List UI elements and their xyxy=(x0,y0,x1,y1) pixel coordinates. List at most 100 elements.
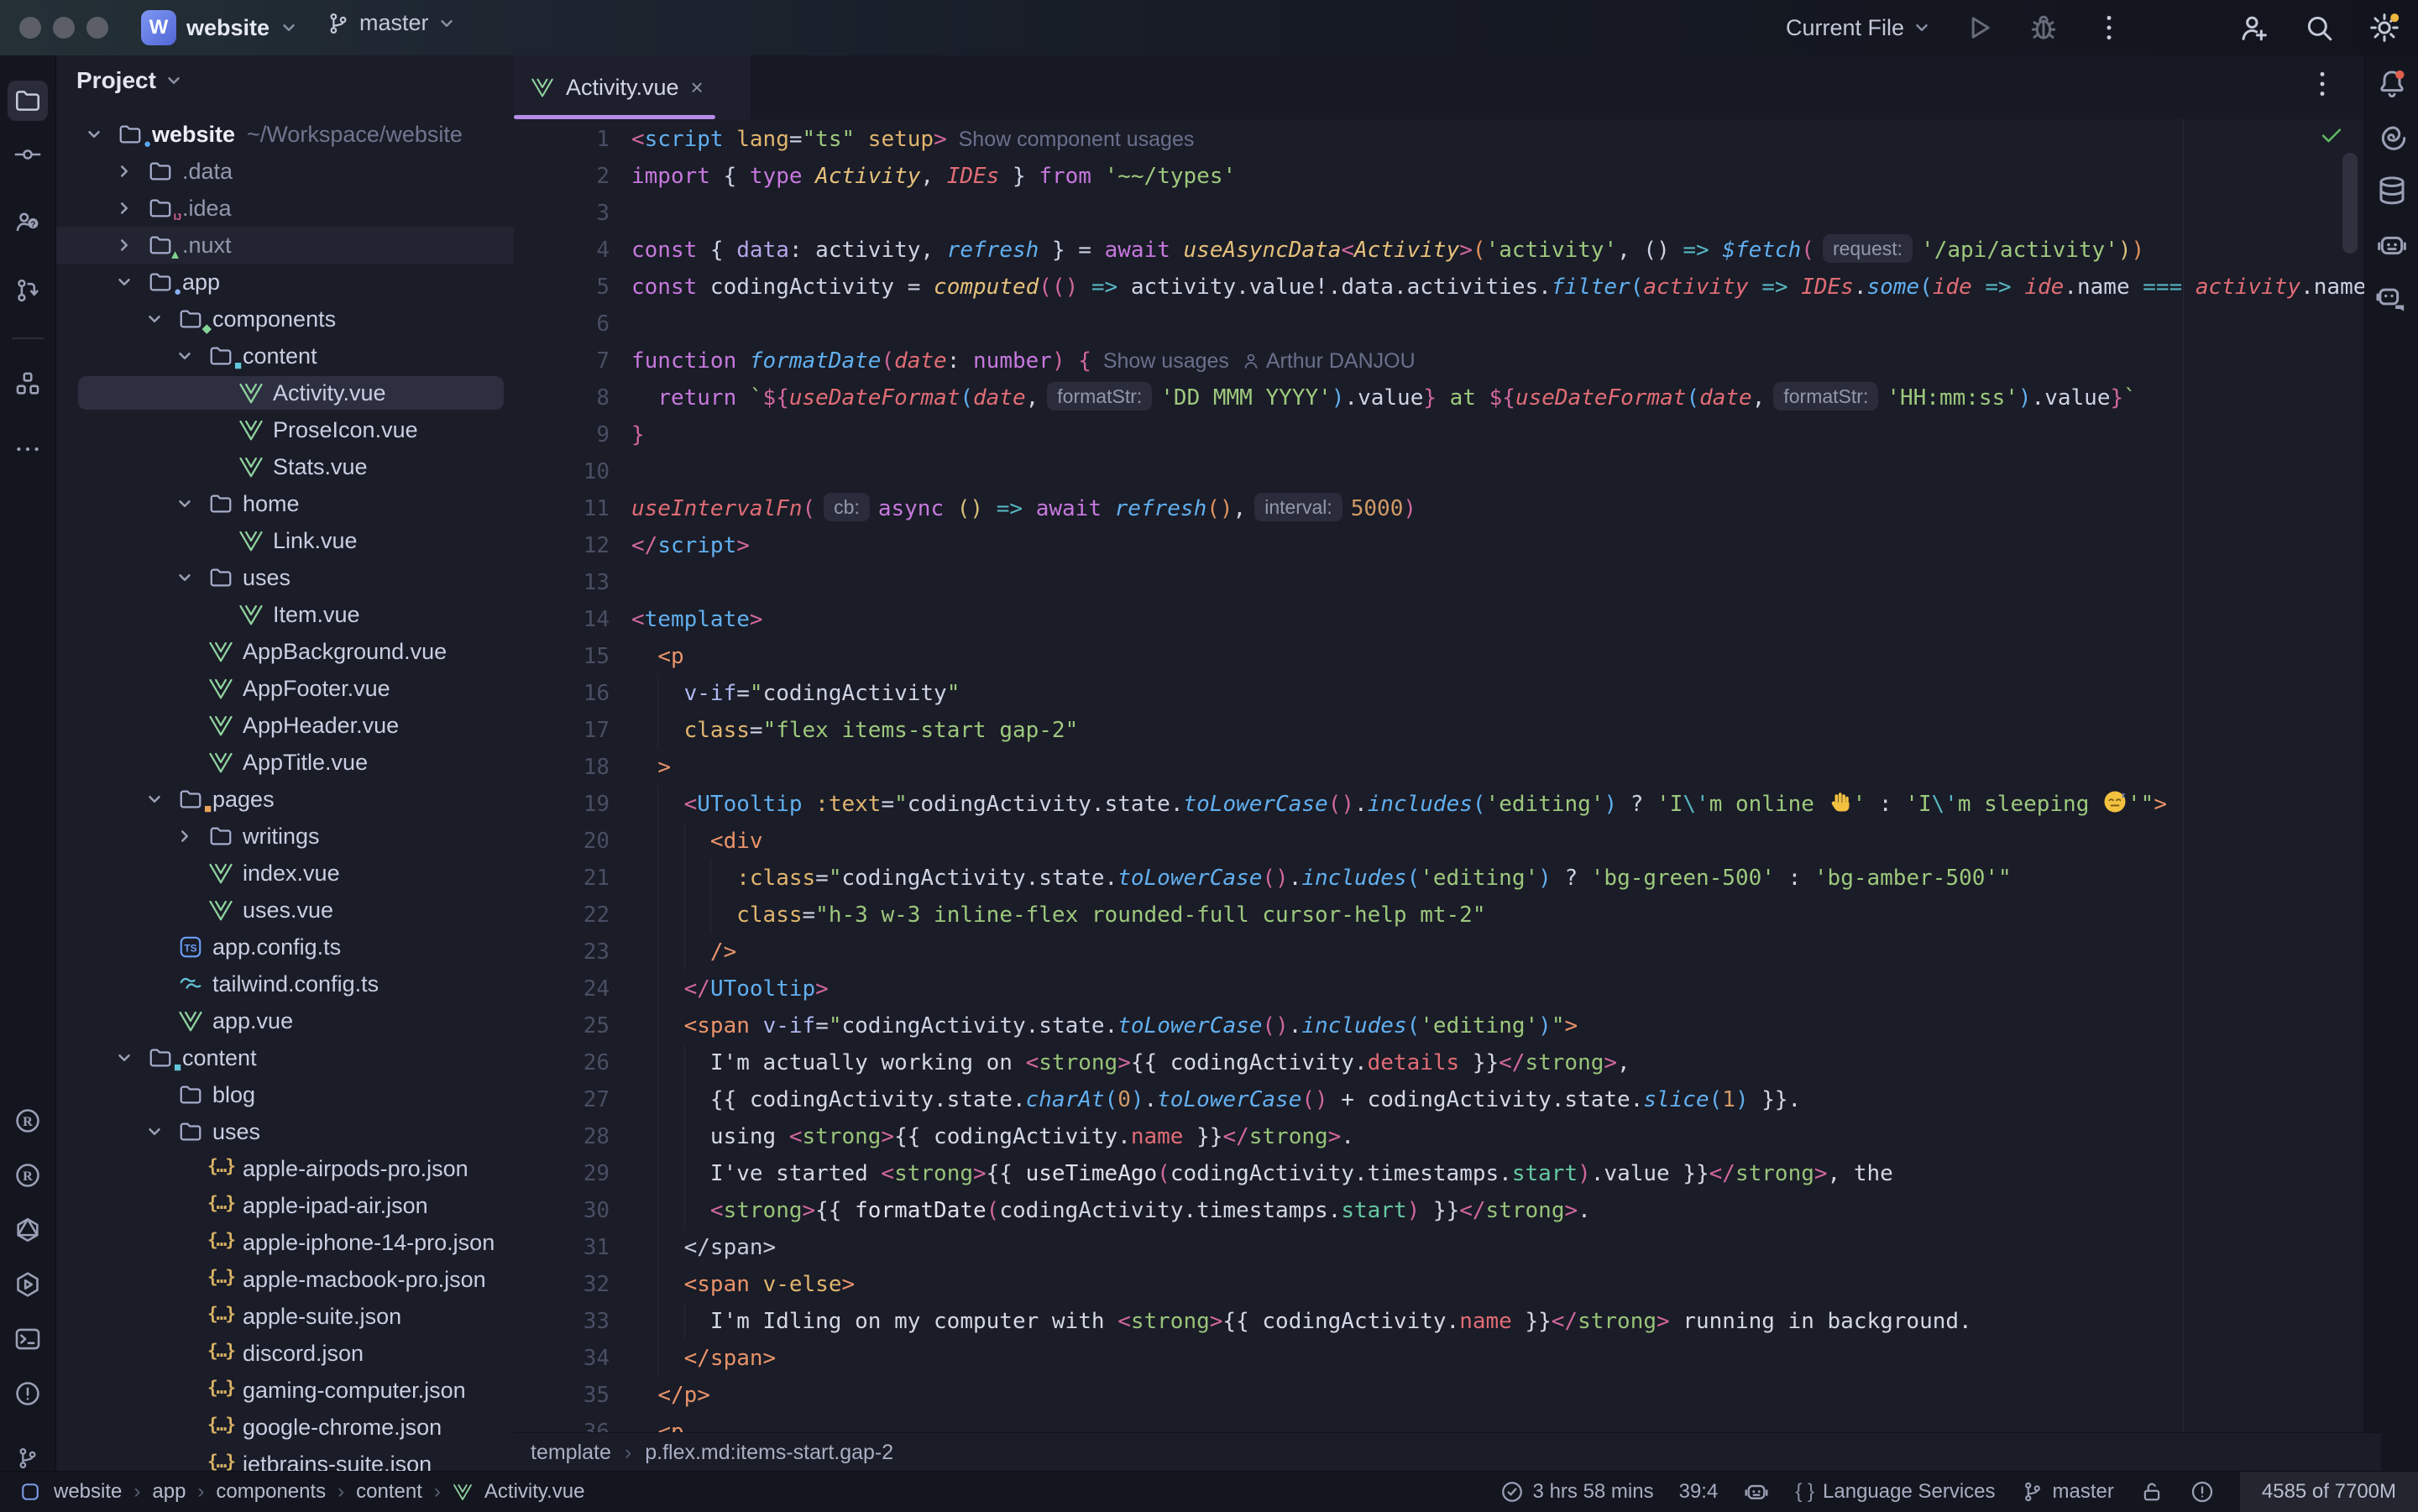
tree-item-app-config-ts[interactable]: TSapp.config.ts xyxy=(56,929,514,965)
tree-item-appbackground-vue[interactable]: AppBackground.vue xyxy=(56,633,514,670)
tree-item-apple-airpods-pro-json[interactable]: {…}apple-airpods-pro.json xyxy=(56,1150,514,1187)
more-icon[interactable] xyxy=(8,429,48,469)
tree-item-discord-json[interactable]: {…}discord.json xyxy=(56,1335,514,1372)
tree-item-content[interactable]: ■content xyxy=(56,1039,514,1076)
copilot-chat-icon[interactable] xyxy=(2372,279,2412,319)
tree-item-website[interactable]: ●website~/Workspace/website xyxy=(56,116,514,153)
tree-item--data[interactable]: .data xyxy=(56,153,514,190)
path-segment[interactable]: app xyxy=(152,1480,186,1504)
tree-item-pages[interactable]: ■pages xyxy=(56,781,514,818)
node-run-icon[interactable] xyxy=(8,1264,48,1305)
chevron-down-icon[interactable] xyxy=(145,790,175,808)
tree-item-tailwind-config-ts[interactable]: tailwind.config.ts xyxy=(56,965,514,1002)
chevron-down-icon[interactable] xyxy=(175,494,206,513)
path-segment[interactable]: components xyxy=(216,1480,326,1504)
tab-activity-vue[interactable]: Activity.vue × xyxy=(514,55,751,119)
tree-item-google-chrome-json[interactable]: {…}google-chrome.json xyxy=(56,1409,514,1446)
status-breadcrumb[interactable]: website›app›components›content›Activity.… xyxy=(0,1480,585,1504)
pull-request-icon[interactable] xyxy=(8,270,48,311)
breadcrumb-template[interactable]: template xyxy=(531,1441,611,1465)
problems-icon[interactable] xyxy=(2190,1479,2215,1504)
code-editor[interactable]: 1<script lang="ts" setup> Show component… xyxy=(514,119,2364,1432)
chevron-right-icon[interactable] xyxy=(175,827,206,845)
tree-item-apple-macbook-pro-json[interactable]: {…}apple-macbook-pro.json xyxy=(56,1261,514,1298)
database-icon[interactable] xyxy=(2372,170,2412,211)
users-question-icon[interactable]: ? xyxy=(8,201,48,242)
path-segment[interactable]: website xyxy=(54,1480,122,1504)
graphql-icon[interactable] xyxy=(8,1210,48,1250)
tree-item-apple-suite-json[interactable]: {…}apple-suite.json xyxy=(56,1298,514,1335)
tab-close-icon[interactable]: × xyxy=(691,75,704,101)
tree-item-gaming-computer-json[interactable]: {…}gaming-computer.json xyxy=(56,1372,514,1409)
project-widget[interactable]: W website xyxy=(141,10,298,45)
chevron-right-icon[interactable] xyxy=(115,199,145,217)
path-segment[interactable]: content xyxy=(356,1480,422,1504)
tree-item-link-vue[interactable]: Link.vue xyxy=(56,522,514,559)
tree-item-apptitle-vue[interactable]: AppTitle.vue xyxy=(56,744,514,781)
code-with-me-icon[interactable] xyxy=(2235,9,2272,46)
tree-item-proseicon-vue[interactable]: ProseIcon.vue xyxy=(56,411,514,448)
copilot-status-icon[interactable] xyxy=(1743,1478,1770,1505)
tree-item-app-vue[interactable]: app.vue xyxy=(56,1002,514,1039)
chevron-down-icon[interactable] xyxy=(145,1122,175,1141)
tree-item-apple-ipad-air-json[interactable]: {…}apple-ipad-air.json xyxy=(56,1187,514,1224)
tree-item-components[interactable]: ◆components xyxy=(56,301,514,337)
tree-item-blog[interactable]: blog xyxy=(56,1076,514,1113)
copilot-icon[interactable] xyxy=(2372,225,2412,265)
more-actions-icon[interactable] xyxy=(2091,9,2128,46)
chevron-right-icon[interactable] xyxy=(115,162,145,180)
tree-item--nuxt[interactable]: ▲.nuxt xyxy=(56,227,514,264)
chevron-down-icon[interactable] xyxy=(115,1049,145,1067)
ai-assistant-icon[interactable] xyxy=(2372,118,2412,159)
window-minimize-button[interactable] xyxy=(53,17,75,39)
settings-gear-icon[interactable] xyxy=(2366,9,2403,46)
tree-item-apple-iphone-14-pro-json[interactable]: {…}apple-iphone-14-pro.json xyxy=(56,1224,514,1261)
run-icon[interactable] xyxy=(1960,9,1997,46)
chevron-down-icon[interactable] xyxy=(85,125,115,144)
window-zoom-button[interactable] xyxy=(86,17,108,39)
language-services-widget[interactable]: { } Language Services xyxy=(1795,1480,1995,1504)
chevron-down-icon[interactable] xyxy=(175,568,206,587)
wakatime-widget[interactable]: 3 hrs 58 mins xyxy=(1499,1479,1654,1504)
inspections-ok-icon[interactable] xyxy=(2317,121,2346,149)
git-branch-widget[interactable]: master xyxy=(2021,1480,2114,1504)
editor-more-icon[interactable] xyxy=(2305,67,2339,101)
tree-item-uses[interactable]: uses xyxy=(56,1113,514,1150)
chevron-right-icon[interactable] xyxy=(115,236,145,254)
tree-item-uses[interactable]: uses xyxy=(56,559,514,596)
window-close-button[interactable] xyxy=(19,17,41,39)
tree-item-writings[interactable]: writings xyxy=(56,818,514,855)
chevron-down-icon[interactable] xyxy=(145,310,175,328)
chevron-down-icon[interactable] xyxy=(175,347,206,365)
branch-widget[interactable]: master xyxy=(326,10,456,36)
breadcrumb-element[interactable]: p.flex.md:items-start.gap-2 xyxy=(645,1441,893,1465)
usages-hint[interactable]: Show usages xyxy=(1091,349,1241,373)
memory-indicator[interactable]: 4585 of 7700M xyxy=(2240,1472,2418,1512)
terminal-icon[interactable] xyxy=(8,1319,48,1359)
tree-item-jetbrains-suite-json[interactable]: {…}jetbrains-suite.json xyxy=(56,1446,514,1471)
r-plugin-2-icon[interactable]: R xyxy=(8,1155,48,1195)
tree-item-home[interactable]: home xyxy=(56,485,514,522)
author-hint[interactable]: Arthur DANJOU xyxy=(1241,349,1416,373)
tree-item-index-vue[interactable]: index.vue xyxy=(56,855,514,892)
tree-item-app[interactable]: ●app xyxy=(56,264,514,301)
problems-icon[interactable] xyxy=(8,1373,48,1414)
editor-scrollbar[interactable] xyxy=(2342,153,2358,254)
tree-item-content[interactable]: ■content xyxy=(56,337,514,374)
debug-icon[interactable] xyxy=(2025,9,2062,46)
structure-icon[interactable] xyxy=(8,364,48,404)
notifications-icon[interactable] xyxy=(2372,64,2412,104)
project-folder-icon[interactable] xyxy=(8,81,48,121)
writable-lock-icon[interactable] xyxy=(2139,1479,2164,1504)
caret-position-widget[interactable]: 39:4 xyxy=(1679,1480,1719,1504)
tree-item-item-vue[interactable]: Item.vue xyxy=(56,596,514,633)
tree-item-stats-vue[interactable]: Stats.vue xyxy=(56,448,514,485)
chevron-down-icon[interactable] xyxy=(115,273,145,291)
tree-item-appheader-vue[interactable]: AppHeader.vue xyxy=(56,707,514,744)
tree-item-uses-vue[interactable]: uses.vue xyxy=(56,892,514,929)
tool-window-header[interactable]: Project xyxy=(76,67,183,94)
search-everywhere-icon[interactable] xyxy=(2300,9,2337,46)
path-segment[interactable]: Activity.vue xyxy=(484,1480,585,1504)
tree-item-appfooter-vue[interactable]: AppFooter.vue xyxy=(56,670,514,707)
r-plugin-1-icon[interactable]: R xyxy=(8,1101,48,1141)
